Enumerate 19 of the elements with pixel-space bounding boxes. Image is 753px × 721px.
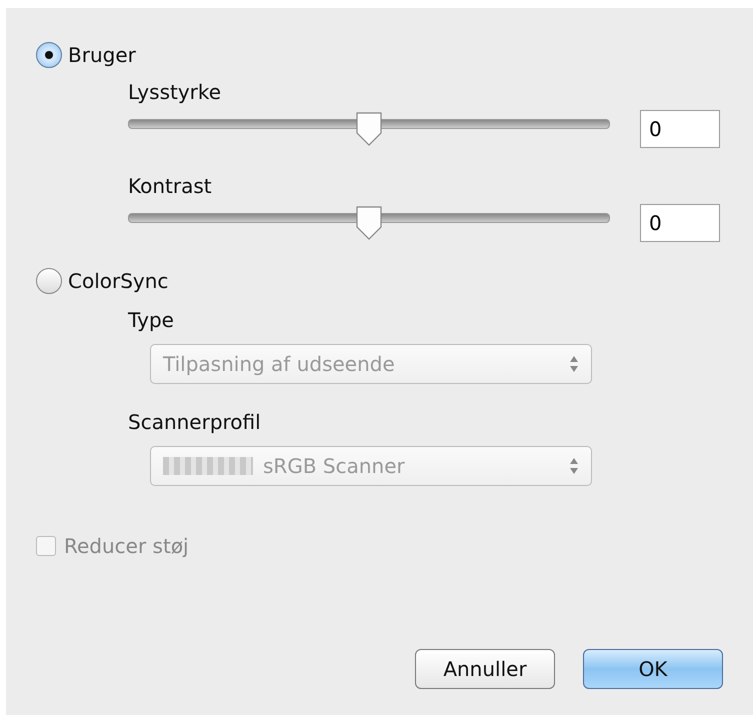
- ok-button[interactable]: OK: [583, 649, 723, 689]
- cancel-button[interactable]: Annuller: [415, 649, 555, 689]
- checkbox-label: Reducer støj: [64, 534, 189, 558]
- slider[interactable]: [128, 205, 610, 241]
- slider-thumb[interactable]: [354, 205, 384, 241]
- radio-button[interactable]: [36, 42, 62, 68]
- value-field[interactable]: 0: [640, 110, 720, 148]
- stepper-arrows-icon: [569, 456, 579, 476]
- radio-button[interactable]: [36, 268, 62, 294]
- slider[interactable]: [128, 111, 610, 147]
- slider-thumb[interactable]: [354, 111, 384, 147]
- stepper-arrows-icon: [569, 354, 579, 374]
- dropdown-label: Type: [128, 308, 174, 332]
- slider-label: Lysstyrke: [128, 80, 222, 104]
- radio-label: Bruger: [68, 43, 136, 67]
- value-field[interactable]: 0: [640, 204, 720, 242]
- dropdown-label: Scannerprofil: [128, 410, 261, 434]
- radio-label: ColorSync: [68, 269, 168, 293]
- slider-label: Kontrast: [128, 174, 212, 198]
